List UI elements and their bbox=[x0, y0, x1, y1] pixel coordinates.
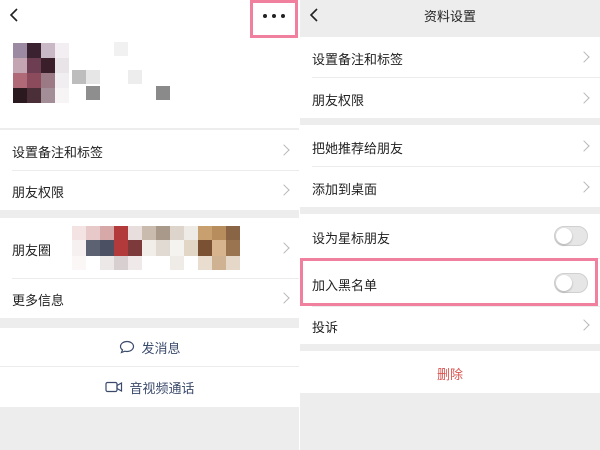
chevron-right-icon bbox=[278, 292, 290, 304]
video-camera-icon bbox=[105, 381, 123, 393]
recommend-to-friend-row[interactable]: 把她推荐给朋友 bbox=[300, 125, 600, 166]
row-label: 投诉 bbox=[312, 321, 339, 336]
profile-header bbox=[0, 0, 300, 128]
star-friend-toggle[interactable] bbox=[554, 226, 588, 246]
settings-group: 设置备注和标签 朋友权限 bbox=[0, 130, 300, 210]
delete-button[interactable]: 删除 bbox=[300, 351, 600, 393]
row-label: 把她推荐给朋友 bbox=[312, 142, 404, 157]
row-label: 设置备注和标签 bbox=[12, 146, 104, 161]
settings-group-1: 设置备注和标签 朋友权限 bbox=[300, 37, 600, 118]
more-info-row[interactable]: 更多信息 bbox=[0, 279, 300, 318]
friend-permissions-row[interactable]: 朋友权限 bbox=[300, 78, 600, 118]
row-label: 更多信息 bbox=[12, 294, 65, 309]
send-message-label: 发消息 bbox=[141, 341, 181, 357]
chat-bubble-icon bbox=[120, 340, 135, 354]
info-group: 朋友圈 更多信息 bbox=[0, 218, 300, 318]
contact-name bbox=[72, 42, 182, 102]
row-label: 设置备注和标签 bbox=[312, 53, 404, 68]
remark-tags-row[interactable]: 设置备注和标签 bbox=[300, 37, 600, 77]
report-row[interactable]: 投诉 bbox=[300, 307, 600, 344]
chevron-right-icon bbox=[278, 242, 290, 254]
settings-header: 资料设置 bbox=[300, 0, 600, 36]
send-message-button[interactable]: 发消息 bbox=[0, 328, 300, 366]
row-label: 朋友权限 bbox=[12, 186, 65, 201]
chevron-right-icon bbox=[578, 140, 590, 152]
row-label: 朋友权限 bbox=[312, 94, 365, 109]
back-button[interactable] bbox=[8, 6, 28, 30]
moments-thumbnails bbox=[72, 226, 242, 272]
chevron-right-icon bbox=[578, 181, 590, 193]
av-call-button[interactable]: 音视频通话 bbox=[0, 367, 300, 407]
contact-profile-pane: 设置备注和标签 朋友权限 朋友圈 更多信息 发消息 音视频通话 bbox=[0, 0, 300, 450]
chevron-right-icon bbox=[278, 184, 290, 196]
blacklist-highlight bbox=[300, 258, 598, 306]
profile-settings-pane: 资料设置 设置备注和标签 朋友权限 把她推荐给朋友 添加到桌面 设为星标朋友 加… bbox=[300, 0, 600, 450]
chevron-right-icon bbox=[278, 144, 290, 156]
chevron-right-icon bbox=[578, 319, 590, 331]
moments-row[interactable]: 朋友圈 bbox=[0, 218, 300, 278]
chevron-right-icon bbox=[578, 51, 590, 63]
settings-group-2: 把她推荐给朋友 添加到桌面 bbox=[300, 125, 600, 207]
row-label: 朋友圈 bbox=[12, 244, 52, 259]
delete-label: 删除 bbox=[436, 368, 463, 383]
row-label: 设为星标朋友 bbox=[312, 232, 391, 247]
friend-permissions-row[interactable]: 朋友权限 bbox=[0, 171, 300, 210]
add-to-desktop-row[interactable]: 添加到桌面 bbox=[300, 167, 600, 207]
star-friend-row: 设为星标朋友 bbox=[300, 214, 600, 258]
more-button[interactable] bbox=[250, 0, 298, 38]
row-label: 添加到桌面 bbox=[312, 183, 378, 198]
av-call-label: 音视频通话 bbox=[129, 381, 195, 397]
avatar[interactable] bbox=[13, 43, 69, 103]
remark-tags-row[interactable]: 设置备注和标签 bbox=[0, 130, 300, 170]
page-title: 资料设置 bbox=[423, 10, 476, 25]
ellipsis-icon bbox=[261, 14, 287, 20]
chevron-left-icon bbox=[9, 8, 18, 22]
chevron-right-icon bbox=[578, 92, 590, 104]
